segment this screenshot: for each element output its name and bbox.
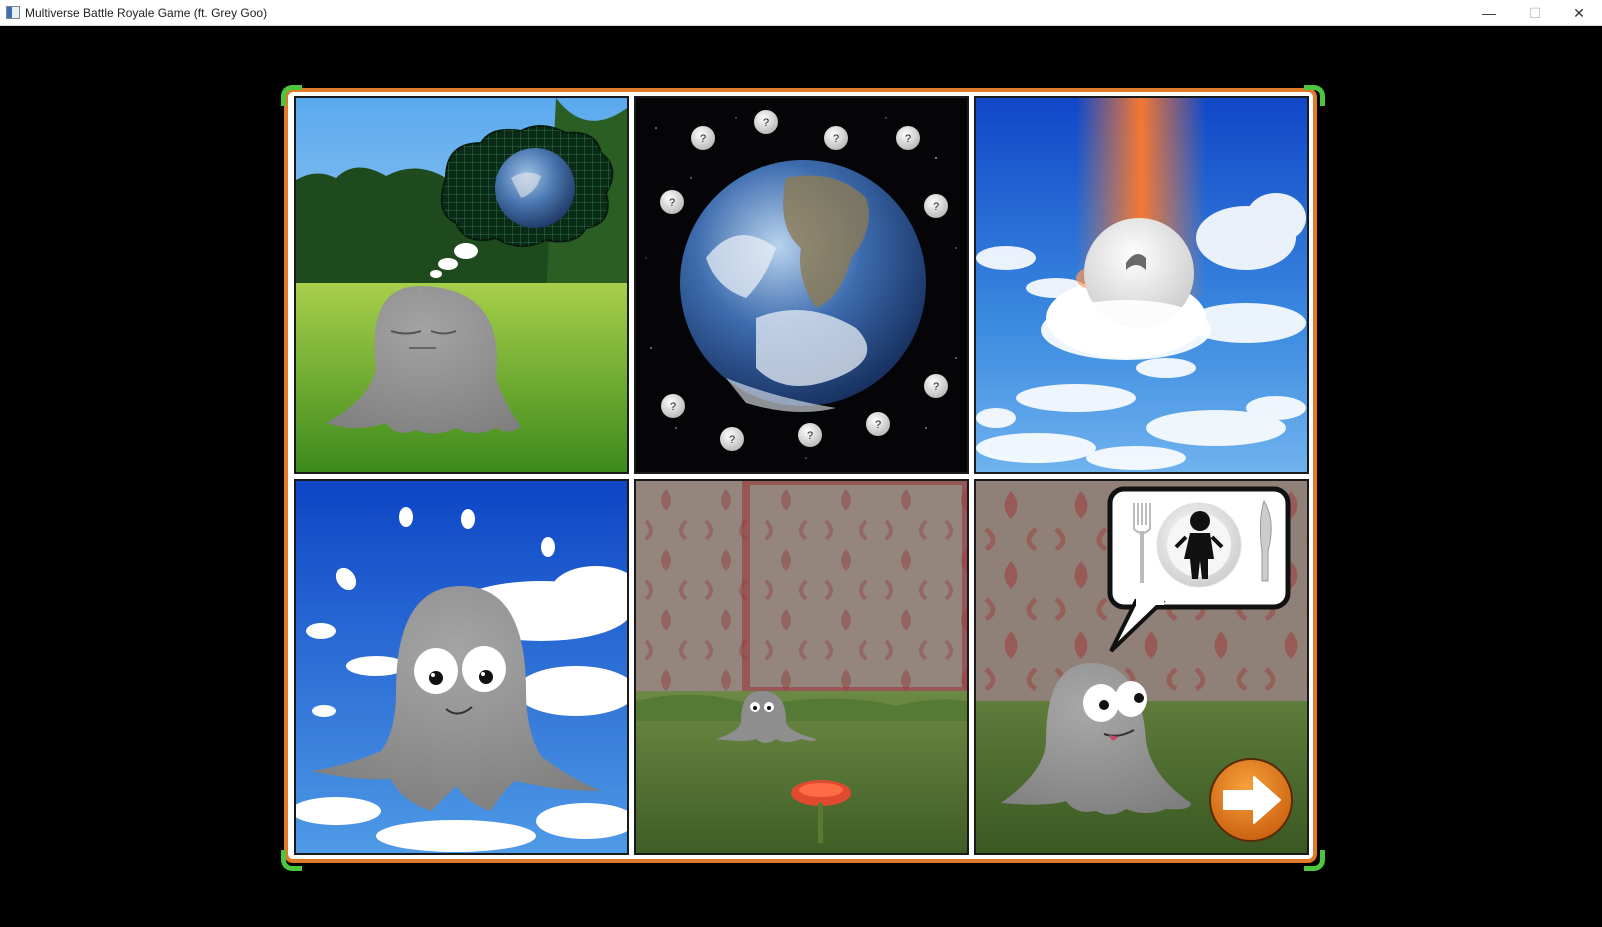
svg-text:?: ?	[729, 434, 735, 446]
comic-panel-falling	[974, 96, 1309, 474]
window-title: Multiverse Battle Royale Game (ft. Grey …	[25, 6, 268, 20]
app-icon	[6, 6, 20, 19]
question-goo-ball: ?	[924, 194, 948, 218]
svg-text:?: ?	[905, 133, 911, 145]
svg-text:?: ?	[700, 133, 706, 145]
question-goo-ball: ?	[661, 394, 685, 418]
question-goo-ball: ?	[660, 190, 684, 214]
question-goo-ball: ?	[798, 423, 822, 447]
comic-panel-meadow	[294, 96, 629, 474]
comic-panel-rug	[634, 479, 969, 855]
question-goo-ball: ?	[720, 427, 744, 451]
minimize-button[interactable]: —	[1466, 0, 1512, 26]
question-goo-ball: ?	[691, 126, 715, 150]
comic-panel-sky-goo	[294, 479, 629, 855]
question-goo-ball: ?	[924, 374, 948, 398]
svg-text:?: ?	[933, 201, 939, 213]
question-goo-ball: ?	[896, 126, 920, 150]
svg-text:?: ?	[669, 197, 675, 209]
close-button[interactable]: ✕	[1556, 0, 1602, 26]
svg-text:?: ?	[933, 381, 939, 393]
question-goo-ball: ?	[824, 126, 848, 150]
window-titlebar: Multiverse Battle Royale Game (ft. Grey …	[0, 0, 1602, 26]
maximize-button[interactable]: ☐	[1512, 0, 1558, 26]
question-goo-ball: ?	[754, 110, 778, 134]
svg-text:?: ?	[670, 401, 676, 413]
next-button[interactable]	[1208, 757, 1294, 843]
svg-text:?: ?	[875, 419, 881, 431]
svg-text:?: ?	[763, 117, 769, 129]
comic-panel-space: ? ? ? ? ? ? ? ? ? ? ?	[634, 96, 969, 474]
question-goo-ball: ?	[866, 412, 890, 436]
svg-text:?: ?	[833, 133, 839, 145]
svg-text:?: ?	[807, 430, 813, 442]
plate-person-icon	[1156, 502, 1242, 588]
